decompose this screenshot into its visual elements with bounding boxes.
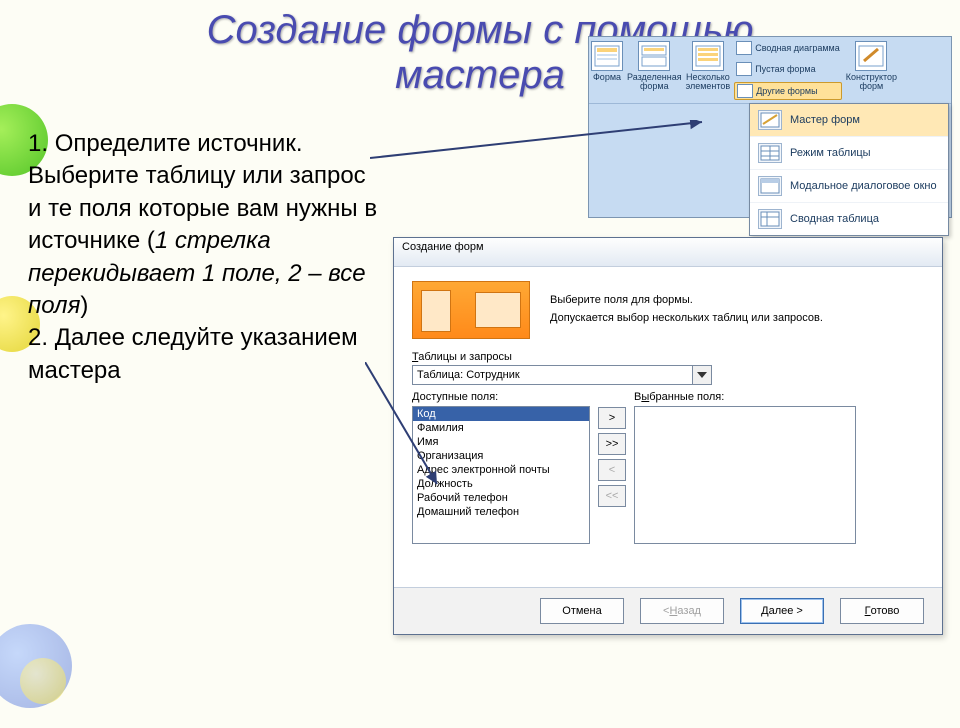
empty-form-icon [736, 62, 752, 76]
step-1-number: 1. [28, 130, 48, 157]
form-icon [591, 41, 623, 71]
menu-item-modal-dialog-label: Модальное диалоговое окно [790, 180, 937, 192]
selected-fields-label: Выбранные поля: [634, 391, 856, 403]
multi-items-icon [692, 41, 724, 71]
ribbon-btn-multi-items[interactable]: Несколько элементов [684, 37, 733, 103]
decor-flower-small [20, 658, 66, 704]
move-right-all-button[interactable]: >> [598, 433, 626, 455]
menu-item-modal-dialog[interactable]: Модальное диалоговое окно [750, 170, 948, 203]
split-form-icon [638, 41, 670, 71]
menu-item-form-wizard-label: Мастер форм [790, 114, 860, 126]
menu-item-pivot-table[interactable]: Сводная таблица [750, 203, 948, 235]
selected-fields-list[interactable] [634, 406, 856, 544]
next-button[interactable]: Далее > [740, 598, 824, 624]
ribbon-side-pivot-chart[interactable]: Сводная диаграмма [734, 40, 842, 56]
wizard-intro-line2: Допускается выбор нескольких таблиц или … [550, 310, 823, 328]
move-left-all-button: << [598, 485, 626, 507]
tables-combo-input[interactable] [412, 365, 692, 385]
ribbon-btn-designer[interactable]: Конструктор форм [844, 37, 899, 103]
other-forms-menu: Мастер форм Режим таблицы Модальное диал… [749, 103, 949, 236]
ribbon-side-empty-form-label: Пустая форма [755, 64, 815, 74]
list-item[interactable]: Организация [413, 449, 589, 463]
available-fields-list[interactable]: Код Фамилия Имя Организация Адрес электр… [412, 406, 590, 544]
available-fields-label: Доступные поля: [412, 391, 590, 403]
menu-item-form-wizard[interactable]: Мастер форм [750, 104, 948, 137]
chevron-down-icon [697, 372, 707, 378]
list-item[interactable]: Должность [413, 477, 589, 491]
pivot-chart-icon [736, 41, 752, 55]
designer-icon [855, 41, 887, 71]
datasheet-icon [758, 143, 782, 163]
modal-icon [758, 176, 782, 196]
ribbon-side-other-forms-label: Другие формы [756, 86, 817, 96]
other-forms-icon [737, 84, 753, 98]
tables-combo[interactable] [412, 365, 712, 385]
ribbon-btn-form[interactable]: Форма [589, 37, 625, 103]
back-button: < Назад [640, 598, 724, 624]
menu-item-datasheet[interactable]: Режим таблицы [750, 137, 948, 170]
ribbon-panel: Форма Разделенная форма Несколько элемен… [588, 36, 952, 218]
wizard-titlebar: Создание форм [394, 238, 942, 267]
list-item[interactable]: Домашний телефон [413, 505, 589, 519]
move-right-one-button[interactable]: > [598, 407, 626, 429]
wizard-icon [758, 110, 782, 130]
list-item[interactable]: Имя [413, 435, 589, 449]
list-item[interactable]: Фамилия [413, 421, 589, 435]
pivot-icon [758, 209, 782, 229]
list-item[interactable]: Адрес электронной почты [413, 463, 589, 477]
ribbon-btn-multi-items-label: Несколько элементов [686, 73, 731, 91]
tables-combo-dropdown[interactable] [692, 365, 712, 385]
ribbon-side-empty-form[interactable]: Пустая форма [734, 61, 842, 77]
step-1-text-b: ) [80, 292, 88, 319]
cancel-button[interactable]: Отмена [540, 598, 624, 624]
wizard-intro: Выберите поля для формы. Допускается выб… [550, 292, 823, 327]
move-left-one-button: < [598, 459, 626, 481]
step-2-text: Далее следуйте указанием мастера [28, 324, 358, 383]
list-item[interactable]: Рабочий телефон [413, 491, 589, 505]
wizard-illustration [412, 281, 530, 339]
tables-queries-label: ТТаблицы и запросыаблицы и запросы [412, 351, 924, 363]
ribbon-btn-split-form-label: Разделенная форма [627, 73, 682, 91]
ribbon-btn-form-label: Форма [593, 73, 621, 82]
menu-item-pivot-table-label: Сводная таблица [790, 213, 879, 225]
wizard-intro-line1: Выберите поля для формы. [550, 292, 823, 310]
menu-item-datasheet-label: Режим таблицы [790, 147, 871, 159]
finish-button[interactable]: Готово [840, 598, 924, 624]
ribbon-side-pivot-chart-label: Сводная диаграмма [755, 43, 840, 53]
list-item[interactable]: Код [413, 407, 589, 421]
instruction-steps: 1. Определите источник. Выберите таблицу… [28, 128, 380, 387]
ribbon-btn-designer-label: Конструктор форм [846, 73, 897, 91]
step-2-number: 2. [28, 324, 48, 351]
form-wizard-dialog: Создание форм Выберите поля для формы. Д… [393, 237, 943, 635]
ribbon-btn-split-form[interactable]: Разделенная форма [625, 37, 684, 103]
ribbon-side-other-forms[interactable]: Другие формы [734, 82, 842, 100]
